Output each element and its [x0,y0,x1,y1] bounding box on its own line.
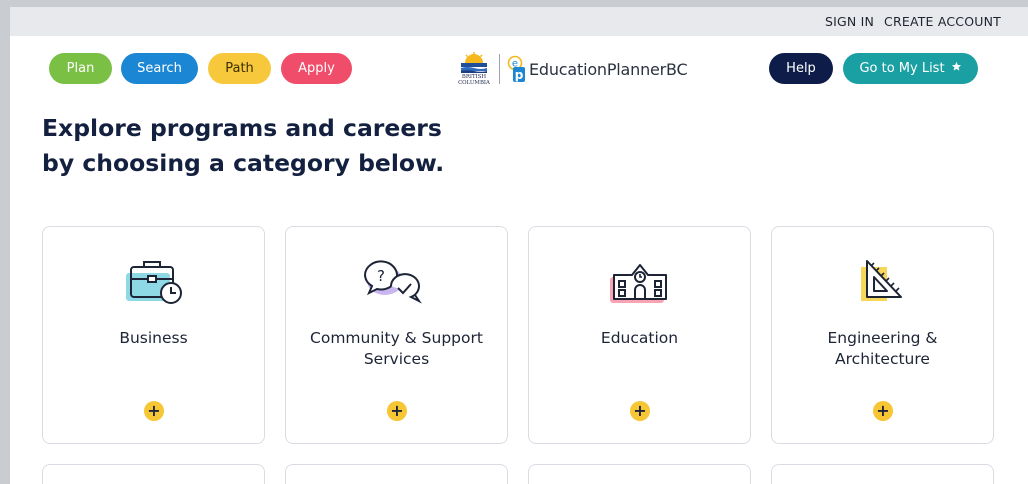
utility-bar: SIGN IN CREATE ACCOUNT [10,7,1028,36]
heading-line-2: by choosing a category below. [42,149,445,177]
my-list-label: Go to My List [859,61,945,76]
school-building-icon [600,253,680,309]
expand-plus-icon[interactable]: + [630,401,650,421]
create-account-link[interactable]: CREATE ACCOUNT [884,14,1001,29]
category-card-row2-1[interactable] [42,464,265,484]
category-card-row2-3[interactable] [528,464,751,484]
category-card-community-support[interactable]: ? Community & Support Services + [285,226,508,444]
bc-crest-icon: BRITISH COLUMBIA [453,51,495,87]
expand-plus-icon[interactable]: + [873,401,893,421]
heading-line-1: Explore programs and careers [42,114,442,142]
path-button[interactable]: Path [208,53,271,84]
category-label: Engineering & Architecture [827,329,938,368]
category-card-row2-4[interactable] [771,464,994,484]
bc-crest-text: BRITISH COLUMBIA [453,74,495,86]
category-card-education[interactable]: Education + [528,226,751,444]
logo-divider [499,54,500,84]
expand-plus-icon[interactable]: + [387,401,407,421]
set-square-icon [843,253,923,309]
plan-button[interactable]: Plan [49,53,112,84]
expand-plus-icon[interactable]: + [144,401,164,421]
briefcase-clock-icon [114,253,194,309]
speech-bubbles-icon: ? [357,253,437,309]
category-card-business[interactable]: Business + [42,226,265,444]
category-label: Community & Support Services [310,329,483,368]
apply-button[interactable]: Apply [281,53,352,84]
my-list-button[interactable]: Go to My List [843,53,978,84]
sign-in-link[interactable]: SIGN IN [825,14,874,29]
page-heading: Explore programs and careers by choosing… [42,111,444,181]
site-logo[interactable]: BRITISH COLUMBIA e p EducationPlannerBC [453,50,688,88]
category-card-row2-2[interactable] [285,464,508,484]
search-button[interactable]: Search [121,53,198,84]
category-label: Business [119,329,188,347]
star-icon [951,61,962,76]
svg-text:?: ? [377,267,385,285]
help-button[interactable]: Help [769,53,833,84]
category-card-engineering-architecture[interactable]: Engineering & Architecture + [771,226,994,444]
svg-text:p: p [515,68,524,82]
page-frame: SIGN IN CREATE ACCOUNT Plan Search Path … [10,7,1028,484]
category-label: Education [600,329,679,347]
main-header: Plan Search Path Apply BRITISH COLUMBIA … [10,36,1028,101]
logo-wordmark: EducationPlannerBC [529,59,688,79]
ep-monogram-icon: e p [507,54,527,84]
bc-line-2: COLUMBIA [458,79,490,86]
